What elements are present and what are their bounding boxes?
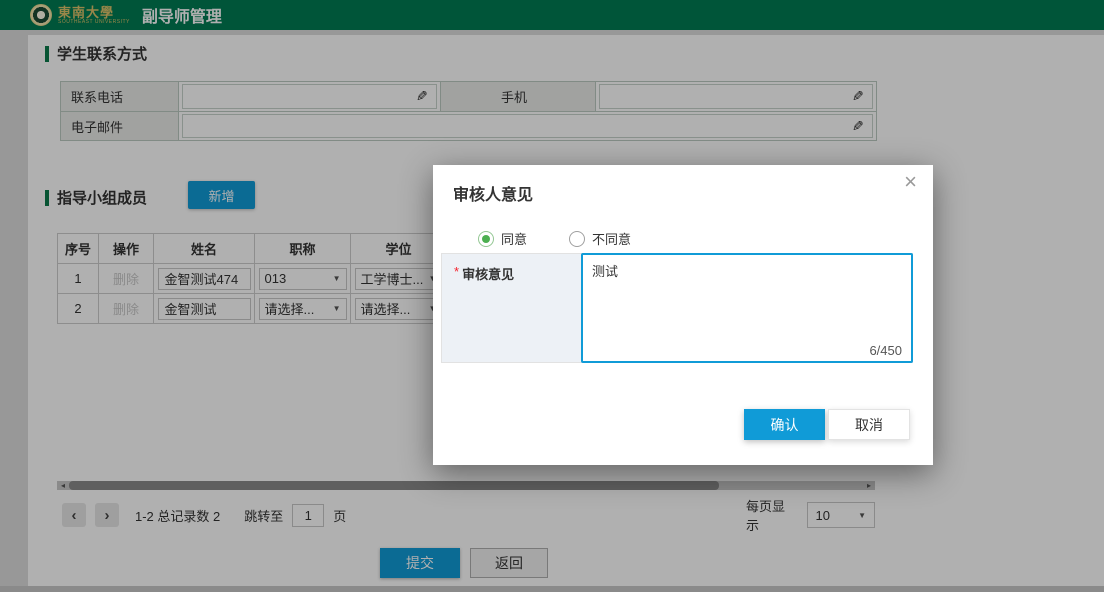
char-counter: 6/450 xyxy=(869,343,902,358)
opinion-label: * 审核意见 xyxy=(442,254,581,362)
screen: 東南大學 SOUTHEAST UNIVERSITY 副导师管理 学生联系方式 联… xyxy=(0,0,1104,592)
radio-unselected-icon[interactable] xyxy=(569,231,585,247)
required-mark: * xyxy=(454,264,459,279)
review-opinion-field: * 审核意见 测试 6/450 xyxy=(441,253,913,363)
approval-radio-group: 同意 不同意 xyxy=(478,229,631,248)
opinion-textarea[interactable]: 测试 xyxy=(583,255,911,361)
radio-disagree[interactable]: 不同意 xyxy=(569,229,631,248)
radio-agree[interactable]: 同意 xyxy=(478,229,527,248)
dialog-actions: 确认 取消 xyxy=(744,409,910,440)
radio-selected-icon[interactable] xyxy=(478,231,494,247)
cancel-button[interactable]: 取消 xyxy=(828,409,910,440)
review-opinion-dialog: 审核人意见 × 同意 不同意 * 审核意见 测试 6/450 确认 xyxy=(433,165,933,465)
dialog-title: 审核人意见 xyxy=(453,181,533,205)
opinion-textarea-wrapper: 测试 6/450 xyxy=(581,253,913,363)
confirm-button[interactable]: 确认 xyxy=(744,409,825,440)
close-icon[interactable]: × xyxy=(904,169,917,195)
